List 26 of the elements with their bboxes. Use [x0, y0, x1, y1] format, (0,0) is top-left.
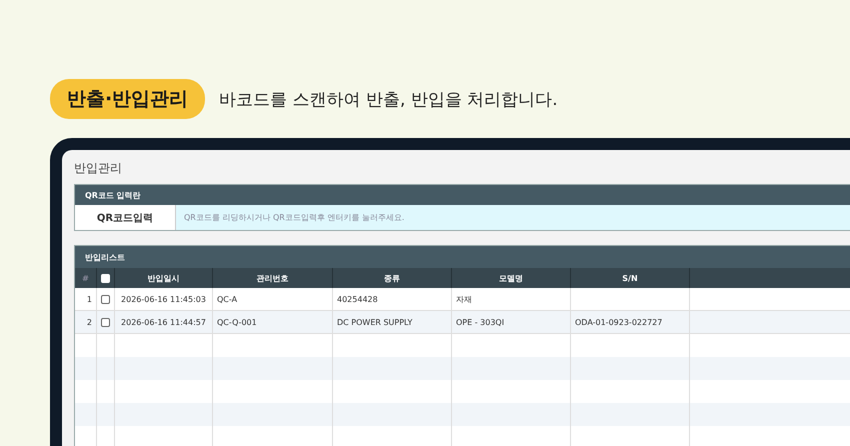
- table-cell: QC-Q-001: [213, 311, 333, 334]
- column-header: 관리번호: [213, 268, 333, 288]
- select-all-checkbox[interactable]: [101, 274, 110, 282]
- column-header: 반입일시: [115, 268, 213, 288]
- column-header: 모델명: [452, 268, 571, 288]
- row-checkbox[interactable]: [101, 294, 110, 304]
- table-cell: DC POWER SUPPLY: [333, 311, 452, 334]
- row-checkbox[interactable]: [101, 318, 110, 326]
- table-cell: OPE - 303QI: [452, 311, 571, 334]
- table-cell: ODA-01-0923-022727: [571, 311, 690, 334]
- table-cell: 2026-06-16 11:44:57: [115, 311, 213, 334]
- section-title: 반입리스트: [85, 252, 125, 262]
- table-cell: 자재: [452, 288, 571, 311]
- table-cell: QC-A: [213, 288, 333, 311]
- column-header: S/N: [571, 268, 690, 288]
- row-number: 2: [75, 311, 97, 334]
- row-number: 1: [75, 288, 97, 311]
- title-badge: 반출·반입관리: [50, 79, 206, 119]
- column-header: #: [75, 268, 97, 288]
- column-header: 종류: [333, 268, 452, 288]
- table-cell: 2026-06-16 11:45:03: [115, 288, 213, 311]
- description-text: 바코드를 스캔하여 반출, 반입을 처리합니다.: [219, 88, 558, 110]
- section-title: QR코드 입력란: [85, 190, 141, 200]
- table-cell: 40254428: [333, 288, 452, 311]
- page-title: 반입관리: [74, 160, 123, 177]
- qr-input-field[interactable]: QR코드를 리딩하시거나 QR코드입력후 엔터키를 눌러주세요.: [176, 205, 850, 230]
